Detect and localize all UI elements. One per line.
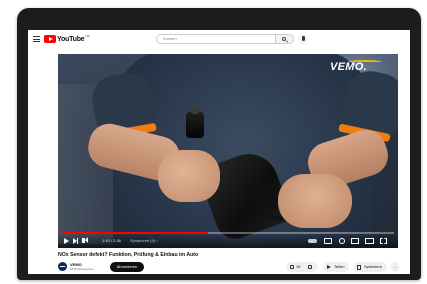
chapter-title[interactable]: Symptome (9) › (130, 238, 158, 243)
like-dislike-group: 19 (286, 262, 318, 272)
subscriber-count: 6676 Abonnenten (70, 267, 94, 271)
autoplay-icon[interactable] (308, 239, 317, 243)
avatar[interactable] (58, 262, 67, 271)
laptop-frame: YouTube DE Suchen VEMO. 1:10 / 2:36 Symp… (17, 8, 421, 280)
share-icon (327, 265, 331, 269)
search-placeholder: Suchen (163, 36, 177, 41)
more-options-button[interactable]: ... (391, 262, 399, 272)
browser-screen: YouTube DE Suchen VEMO. 1:10 / 2:36 Symp… (28, 30, 410, 274)
thumbs-up-icon[interactable] (290, 265, 294, 269)
progress-bar[interactable] (62, 232, 394, 234)
thumbs-down-icon[interactable] (308, 265, 312, 269)
theater-icon[interactable] (365, 238, 374, 244)
cc-icon[interactable] (324, 238, 332, 244)
bookmark-icon (357, 264, 361, 270)
progress-fill (62, 232, 209, 234)
share-button[interactable]: Teilen (323, 262, 349, 272)
youtube-play-icon (44, 35, 56, 43)
save-label: Speichern (364, 264, 383, 269)
next-icon[interactable] (73, 238, 78, 244)
channel-row: VEMO 6676 Abonnenten Abonnieren 19 Teile… (58, 261, 399, 273)
video-hand-right (278, 174, 352, 228)
mic-icon (301, 36, 305, 41)
search-button[interactable] (276, 34, 294, 44)
youtube-header: YouTube DE Suchen (28, 30, 410, 48)
search-input[interactable]: Suchen (156, 34, 276, 44)
fullscreen-icon[interactable] (380, 238, 387, 244)
youtube-logo[interactable]: YouTube DE (44, 34, 90, 44)
voice-search-button[interactable] (298, 34, 308, 44)
share-label: Teilen (334, 264, 345, 269)
miniplayer-icon[interactable] (351, 238, 359, 244)
time-display: 1:10 / 2:36 (102, 238, 121, 243)
video-hand-left (158, 150, 220, 202)
brand-logo: VEMO. (330, 61, 367, 73)
nox-sensor-probe (186, 107, 204, 138)
subscribe-button[interactable]: Abonnieren (110, 262, 144, 272)
menu-icon[interactable] (33, 36, 40, 42)
play-icon[interactable] (64, 238, 69, 244)
volume-icon[interactable] (82, 237, 88, 243)
logo-country: DE (85, 34, 90, 38)
like-count: 19 (296, 264, 301, 269)
video-player[interactable]: VEMO. 1:10 / 2:36 Symptome (9) › (58, 54, 398, 248)
player-controls: 1:10 / 2:36 Symptome (9) › (58, 235, 398, 248)
video-title: NOx Sensor defekt? Funktion, Prüfung & E… (58, 252, 199, 258)
search-icon (282, 37, 286, 41)
settings-icon[interactable] (339, 238, 345, 244)
logo-text: YouTube (57, 35, 85, 43)
save-button[interactable]: Speichern (353, 262, 387, 272)
